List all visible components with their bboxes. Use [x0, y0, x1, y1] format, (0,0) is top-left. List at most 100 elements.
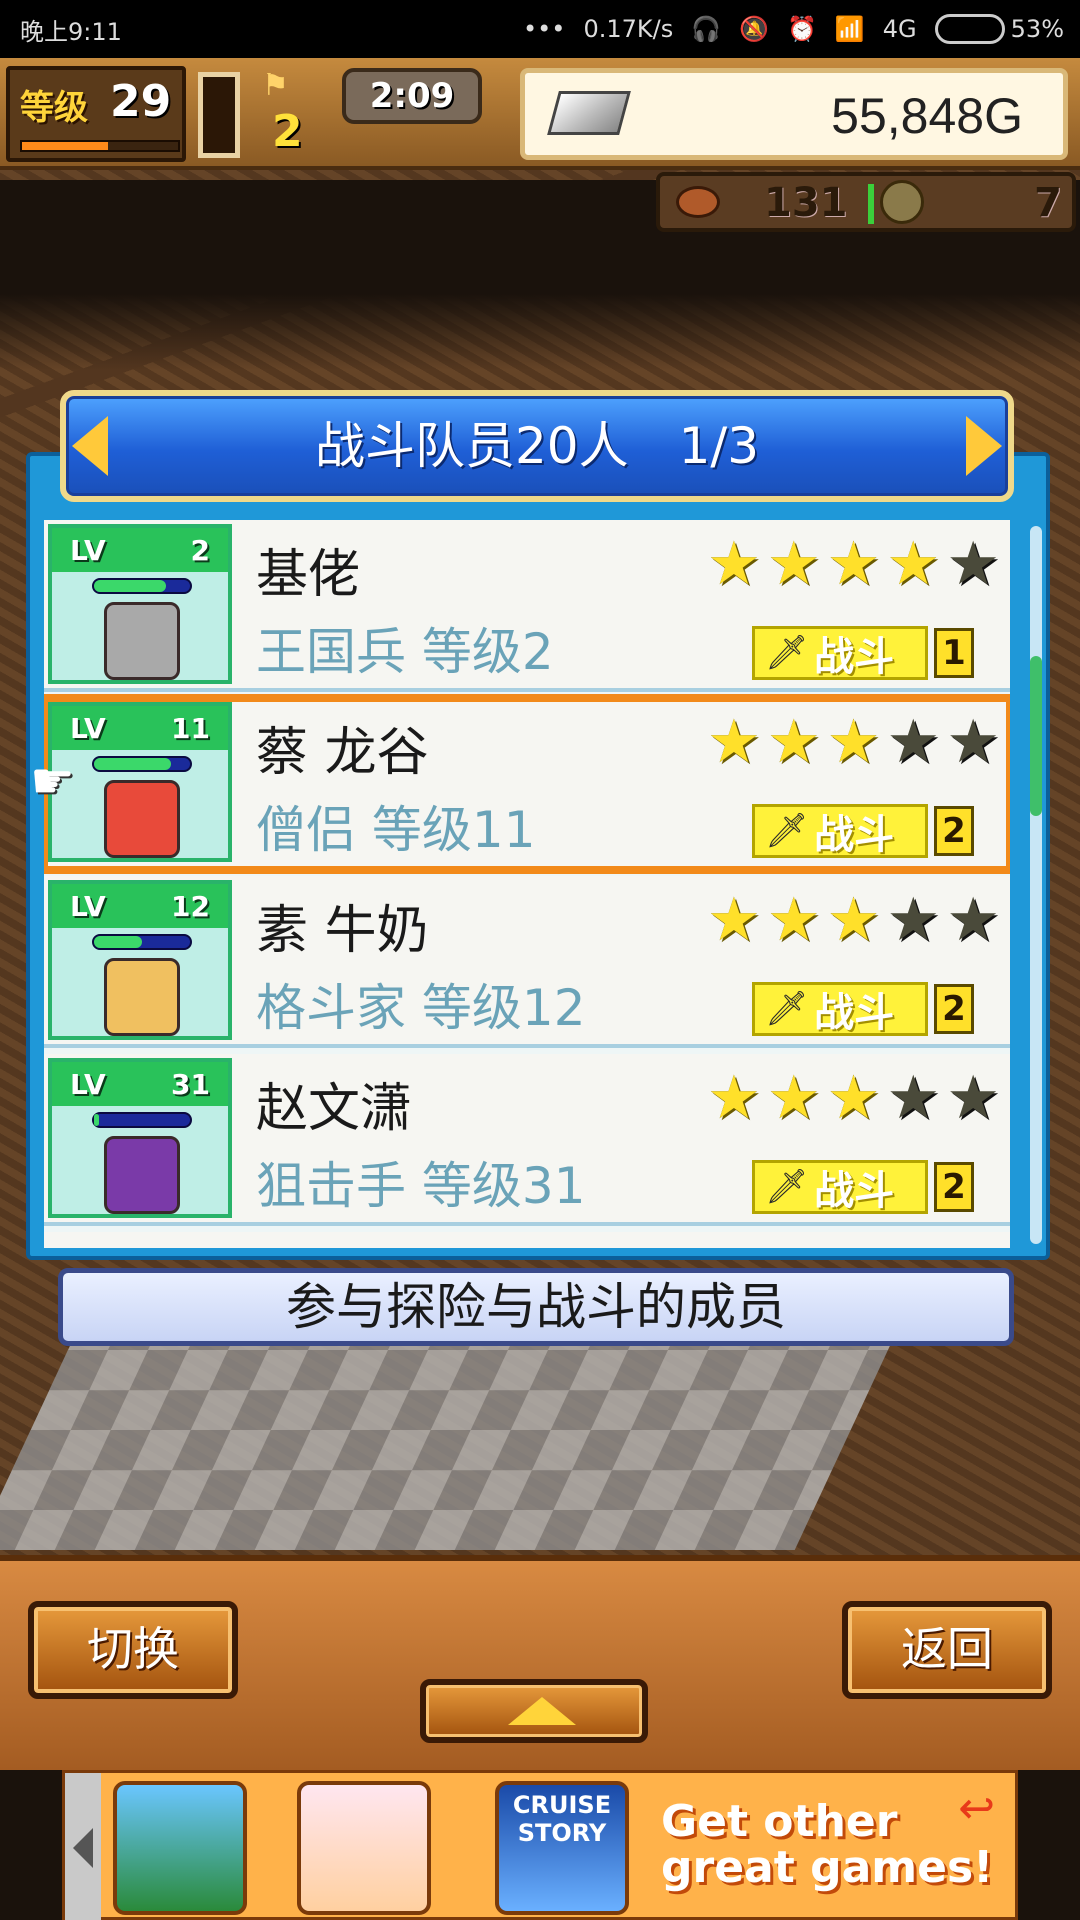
hp-bar	[92, 1112, 192, 1128]
star-icon: ★	[707, 885, 761, 955]
battle-count: 1	[934, 628, 974, 678]
alarm-icon: ⏰	[787, 15, 817, 43]
member-sprite	[104, 780, 180, 858]
star-icon: ★	[707, 707, 761, 777]
level-progress-fill	[22, 142, 108, 150]
network-speed: 0.17K/s	[583, 15, 674, 43]
star-icon: ★	[886, 529, 941, 599]
star-icon: ★	[766, 707, 821, 777]
lv-label: LV	[70, 889, 106, 923]
signal-icon: 📶	[834, 15, 865, 43]
gold-box: 55,848G	[520, 68, 1068, 160]
member-row[interactable]: LV 11 蔡 龙谷 僧侣 等级11 ★ ★ ★ ★ ★ 🗡 战斗 2	[44, 694, 1010, 874]
level-badge: LV 12	[52, 884, 228, 928]
battery-indicator: 53%	[934, 14, 1064, 44]
up-arrow-icon	[508, 1697, 576, 1725]
hp-bar	[92, 578, 192, 594]
lv-label: LV	[70, 1067, 106, 1101]
hp-bar	[92, 934, 192, 950]
member-level: 2	[190, 533, 210, 567]
lv-label: LV	[70, 533, 106, 567]
star-icon: ★	[886, 885, 941, 955]
battle-label: 战斗	[814, 812, 895, 858]
star-icon: ★	[946, 885, 1000, 955]
food-value: 131	[764, 180, 848, 226]
pointing-hand-icon: ☛	[30, 752, 75, 810]
ad-app-cruise-story[interactable]: CRUISE STORY	[495, 1781, 629, 1915]
member-level: 11	[171, 711, 210, 745]
scroll-thumb[interactable]	[1030, 656, 1042, 816]
switch-button[interactable]: 切换	[28, 1601, 238, 1699]
resource-divider	[868, 184, 874, 224]
member-row[interactable]: LV 12 素 牛奶 格斗家 等级12 ★ ★ ★ ★ ★ 🗡 战斗 2	[44, 876, 1010, 1048]
battery-icon	[934, 14, 1005, 44]
star-icon: ★	[766, 529, 821, 599]
member-portrait: LV 2	[48, 524, 232, 684]
member-portrait: LV 12	[48, 880, 232, 1040]
up-button[interactable]	[420, 1679, 648, 1743]
back-button[interactable]: 返回	[842, 1601, 1052, 1699]
level-value: 29	[110, 76, 172, 127]
battle-label: 战斗	[814, 634, 895, 680]
top-hud: 等级 29 ⚑ 2 2:09 55,848G	[0, 58, 1080, 170]
mute-icon: 🔕	[739, 15, 769, 43]
member-class-level: 狙击手 等级31	[256, 1157, 586, 1215]
member-class-level: 王国兵 等级2	[256, 623, 554, 681]
ad-prev-button[interactable]	[65, 1773, 101, 1920]
star-icon: ★	[707, 1063, 761, 1133]
star-icon: ★	[946, 529, 1000, 599]
level-badge: LV 2	[52, 528, 228, 572]
star-icon: ★	[886, 707, 941, 777]
sword-icon: 🗡	[765, 633, 809, 673]
member-row-partial[interactable]	[44, 1232, 1010, 1248]
next-page-arrow-icon[interactable]	[966, 416, 1002, 476]
battery-percent: 53%	[1010, 15, 1064, 43]
battle-tag[interactable]: 🗡 战斗	[752, 982, 928, 1036]
star-icon: ★	[826, 529, 881, 599]
star-icon: ★	[766, 885, 821, 955]
ad-text[interactable]: Get other great games!	[661, 1799, 1001, 1891]
member-name: 素 牛奶	[256, 901, 429, 961]
member-rating: ★ ★ ★ ★ ★	[707, 534, 1000, 594]
member-rating: ★ ★ ★ ★ ★	[707, 712, 1000, 772]
battle-count: 2	[934, 984, 974, 1034]
star-icon: ★	[766, 1063, 821, 1133]
star-icon: ★	[886, 1063, 941, 1133]
status-time: 晚上9:11	[20, 17, 122, 46]
member-row[interactable]: LV 31 赵文潇 狙击手 等级31 ★ ★ ★ ★ ★ 🗡 战斗 2	[44, 1054, 1010, 1226]
ad-arrow-icon: ↩	[958, 1783, 995, 1834]
member-name: 赵文潇	[256, 1079, 413, 1139]
member-list[interactable]: LV 2 基佬 王国兵 等级2 ★ ★ ★ ★ ★ 🗡 战斗 1 LV 11 蔡 龙谷 僧侣 等级11 ★ ★ ★…	[44, 520, 1010, 1248]
ad-banner[interactable]: CRUISE STORY Get other great games! ↩	[0, 1770, 1080, 1920]
panel-title: 战斗队员20人 1/3	[314, 417, 760, 475]
battle-tag[interactable]: 🗡 战斗	[752, 626, 928, 680]
list-scrollbar[interactable]	[1030, 526, 1042, 1244]
ad-app-rocket[interactable]	[113, 1781, 247, 1915]
timer: 2:09	[342, 68, 482, 124]
battle-tag[interactable]: 🗡 战斗	[752, 1160, 928, 1214]
level-badge: LV 11	[52, 706, 228, 750]
battle-tag[interactable]: 🗡 战斗	[752, 804, 928, 858]
resource-bar: 131 7	[656, 172, 1076, 232]
member-row[interactable]: LV 2 基佬 王国兵 等级2 ★ ★ ★ ★ ★ 🗡 战斗 1	[44, 520, 1010, 692]
ad-inner[interactable]: CRUISE STORY Get other great games! ↩	[62, 1770, 1018, 1920]
chevron-left-icon	[73, 1828, 93, 1868]
star-icon: ★	[826, 885, 881, 955]
level-progress-bar	[20, 140, 180, 152]
star-icon: ★	[707, 529, 761, 599]
hp-fill	[94, 1114, 99, 1126]
event-count: 2	[272, 106, 303, 157]
status-bar: 晚上9:11 ••• 0.17K/s 🎧 🔕 ⏰ 📶 4G 53%	[0, 0, 1080, 58]
status-more-icon: •••	[522, 15, 566, 43]
member-level: 31	[171, 1067, 210, 1101]
ad-app-fashion[interactable]	[297, 1781, 431, 1915]
battle-label: 战斗	[814, 1168, 895, 1214]
level-badge: LV 31	[52, 1062, 228, 1106]
battle-count: 2	[934, 1162, 974, 1212]
food-icon	[676, 186, 720, 218]
star-icon: ★	[826, 707, 881, 777]
lv-label: LV	[70, 711, 106, 745]
member-level: 12	[171, 889, 210, 923]
member-sprite	[104, 958, 180, 1036]
event-icon: ⚑	[262, 68, 289, 103]
